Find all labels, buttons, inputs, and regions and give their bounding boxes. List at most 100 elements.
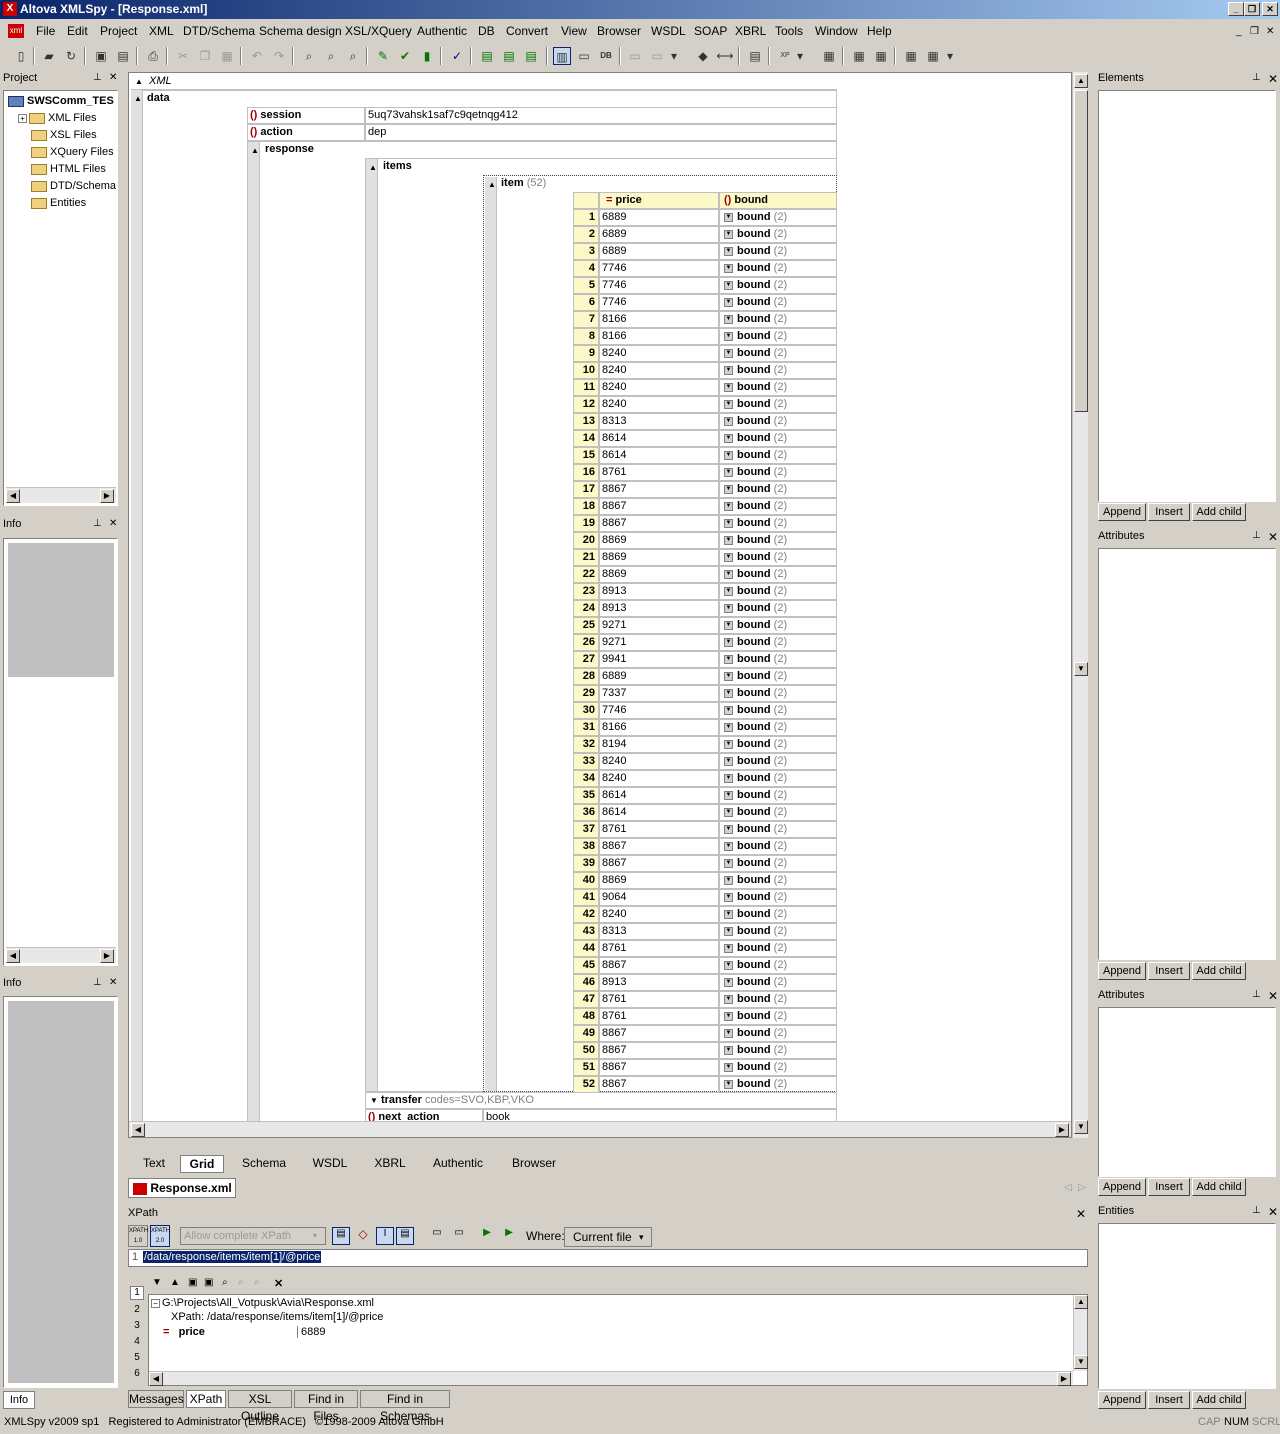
- table-row[interactable]: 19 8867 ▼ bound (2): [573, 515, 837, 532]
- results-tab-3[interactable]: 3: [130, 1320, 144, 1334]
- bound-cell[interactable]: ▼ bound (2): [719, 787, 837, 804]
- menu-browser[interactable]: Browser: [597, 24, 641, 38]
- row-number[interactable]: 8: [573, 328, 599, 345]
- bound-cell[interactable]: ▼ bound (2): [719, 668, 837, 685]
- expand-icon[interactable]: ▼: [724, 943, 733, 953]
- row-number[interactable]: 7: [573, 311, 599, 328]
- table-row[interactable]: 1 6889 ▼ bound (2): [573, 209, 837, 226]
- price-cell[interactable]: 8867: [599, 855, 719, 872]
- row-number[interactable]: 18: [573, 498, 599, 515]
- price-cell[interactable]: 8913: [599, 583, 719, 600]
- text-cursor-icon[interactable]: I: [376, 1227, 394, 1245]
- chevron-down-icon[interactable]: ▾: [639, 1228, 644, 1246]
- bound-cell[interactable]: ▼ bound (2): [719, 991, 837, 1008]
- row-number[interactable]: 41: [573, 889, 599, 906]
- data-collapse-bar[interactable]: [131, 90, 143, 1126]
- row-number[interactable]: 36: [573, 804, 599, 821]
- row-number[interactable]: 31: [573, 719, 599, 736]
- db-view-icon[interactable]: DB: [597, 47, 615, 65]
- tree-item-xsl-files[interactable]: XSL Files: [31, 129, 97, 141]
- table-row[interactable]: 6 7746 ▼ bound (2): [573, 294, 837, 311]
- tab-scroll-right-icon[interactable]: ▷: [1078, 1182, 1086, 1193]
- bound-cell[interactable]: ▼ bound (2): [719, 804, 837, 821]
- add-child-button[interactable]: Add child: [1192, 503, 1246, 521]
- collapse-icon[interactable]: −: [151, 1298, 160, 1308]
- copy-line-icon[interactable]: ▣: [188, 1277, 197, 1288]
- table-row[interactable]: 31 8166 ▼ bound (2): [573, 719, 837, 736]
- insert-icon[interactable]: ▭: [626, 47, 644, 65]
- menu-project[interactable]: Project: [100, 24, 137, 38]
- row-number[interactable]: 12: [573, 396, 599, 413]
- expand-icon[interactable]: ▼: [724, 535, 733, 545]
- expand-icon[interactable]: ▼: [724, 382, 733, 392]
- session-value-cell[interactable]: 5uq73vahsk1saf7c9qetnqg412: [365, 107, 837, 124]
- row-number[interactable]: 19: [573, 515, 599, 532]
- bound-cell[interactable]: ▼ bound (2): [719, 515, 837, 532]
- tab-grid[interactable]: Grid: [180, 1155, 224, 1173]
- expand-icon[interactable]: ▼: [724, 637, 733, 647]
- table-row[interactable]: 21 8869 ▼ bound (2): [573, 549, 837, 566]
- menu-soap[interactable]: SOAP: [694, 24, 727, 38]
- tree-item-dtd-schema[interactable]: DTD/Schema: [31, 180, 116, 192]
- price-cell[interactable]: 8869: [599, 532, 719, 549]
- close-icon[interactable]: ✕: [1268, 989, 1278, 1003]
- mdi-close-button[interactable]: ✕: [1266, 26, 1274, 37]
- bound-cell[interactable]: ▼ bound (2): [719, 447, 837, 464]
- evaluate-icon[interactable]: ▶: [478, 1227, 496, 1245]
- menu-xbrl[interactable]: XBRL: [735, 24, 766, 38]
- row-number[interactable]: 30: [573, 702, 599, 719]
- bound-cell[interactable]: ▼ bound (2): [719, 379, 837, 396]
- menu-db[interactable]: DB: [478, 24, 495, 38]
- row-number[interactable]: 42: [573, 906, 599, 923]
- table-row[interactable]: 49 8867 ▼ bound (2): [573, 1025, 837, 1042]
- tab-text[interactable]: Text: [134, 1155, 174, 1173]
- price-cell[interactable]: 8869: [599, 549, 719, 566]
- row-number[interactable]: 38: [573, 838, 599, 855]
- table-row[interactable]: 26 9271 ▼ bound (2): [573, 634, 837, 651]
- table-row[interactable]: 25 9271 ▼ bound (2): [573, 617, 837, 634]
- close-icon[interactable]: ✕: [1076, 1207, 1086, 1221]
- menu-help[interactable]: Help: [867, 24, 892, 38]
- xsl-transform-icon[interactable]: ▤: [478, 47, 496, 65]
- expand-icon[interactable]: ▼: [724, 739, 733, 749]
- expand-icon[interactable]: ▼: [724, 773, 733, 783]
- bound-cell[interactable]: ▼ bound (2): [719, 566, 837, 583]
- price-cell[interactable]: 8869: [599, 872, 719, 889]
- price-cell[interactable]: 8761: [599, 940, 719, 957]
- expand-icon[interactable]: ▼: [724, 1045, 733, 1055]
- item-collapse-bar[interactable]: [485, 177, 497, 1091]
- xsl-fo-icon[interactable]: ▤: [500, 47, 518, 65]
- tab-authentic[interactable]: Authentic: [424, 1155, 492, 1173]
- price-cell[interactable]: 8867: [599, 1059, 719, 1076]
- bound-cell[interactable]: ▼ bound (2): [719, 974, 837, 991]
- evaluate-all-icon[interactable]: ▶: [500, 1227, 518, 1245]
- scroll-up-icon[interactable]: ▲: [1074, 74, 1088, 88]
- row-number[interactable]: 51: [573, 1059, 599, 1076]
- open-icon[interactable]: ▰: [40, 47, 58, 65]
- row-number[interactable]: 5: [573, 277, 599, 294]
- tab-schema[interactable]: Schema: [232, 1155, 296, 1173]
- xpath-icon[interactable]: XP: [776, 47, 794, 65]
- scroll-left-icon[interactable]: ◀: [6, 949, 20, 963]
- row-number[interactable]: 52: [573, 1076, 599, 1093]
- price-cell[interactable]: 8913: [599, 974, 719, 991]
- expand-icon[interactable]: ▼: [724, 620, 733, 630]
- bound-cell[interactable]: ▼ bound (2): [719, 345, 837, 362]
- expand-icon[interactable]: ▼: [724, 399, 733, 409]
- table-insert-icon[interactable]: ▦: [850, 47, 868, 65]
- table-row[interactable]: 10 8240 ▼ bound (2): [573, 362, 837, 379]
- cut-icon[interactable]: ✂: [174, 47, 192, 65]
- row-number[interactable]: 13: [573, 413, 599, 430]
- bound-cell[interactable]: ▼ bound (2): [719, 481, 837, 498]
- table-row[interactable]: 32 8194 ▼ bound (2): [573, 736, 837, 753]
- price-cell[interactable]: 7746: [599, 702, 719, 719]
- price-cell[interactable]: 8313: [599, 923, 719, 940]
- paste-xpath-icon[interactable]: ▭: [450, 1227, 468, 1245]
- scroll-right-icon[interactable]: ▶: [1057, 1372, 1071, 1386]
- bound-cell[interactable]: ▼ bound (2): [719, 923, 837, 940]
- row-number[interactable]: 48: [573, 1008, 599, 1025]
- eval-on-typing-icon[interactable]: ▤: [332, 1227, 350, 1245]
- table-append-icon[interactable]: ▦: [872, 47, 890, 65]
- clear-icon[interactable]: ✕: [274, 1277, 283, 1290]
- row-number[interactable]: 2: [573, 226, 599, 243]
